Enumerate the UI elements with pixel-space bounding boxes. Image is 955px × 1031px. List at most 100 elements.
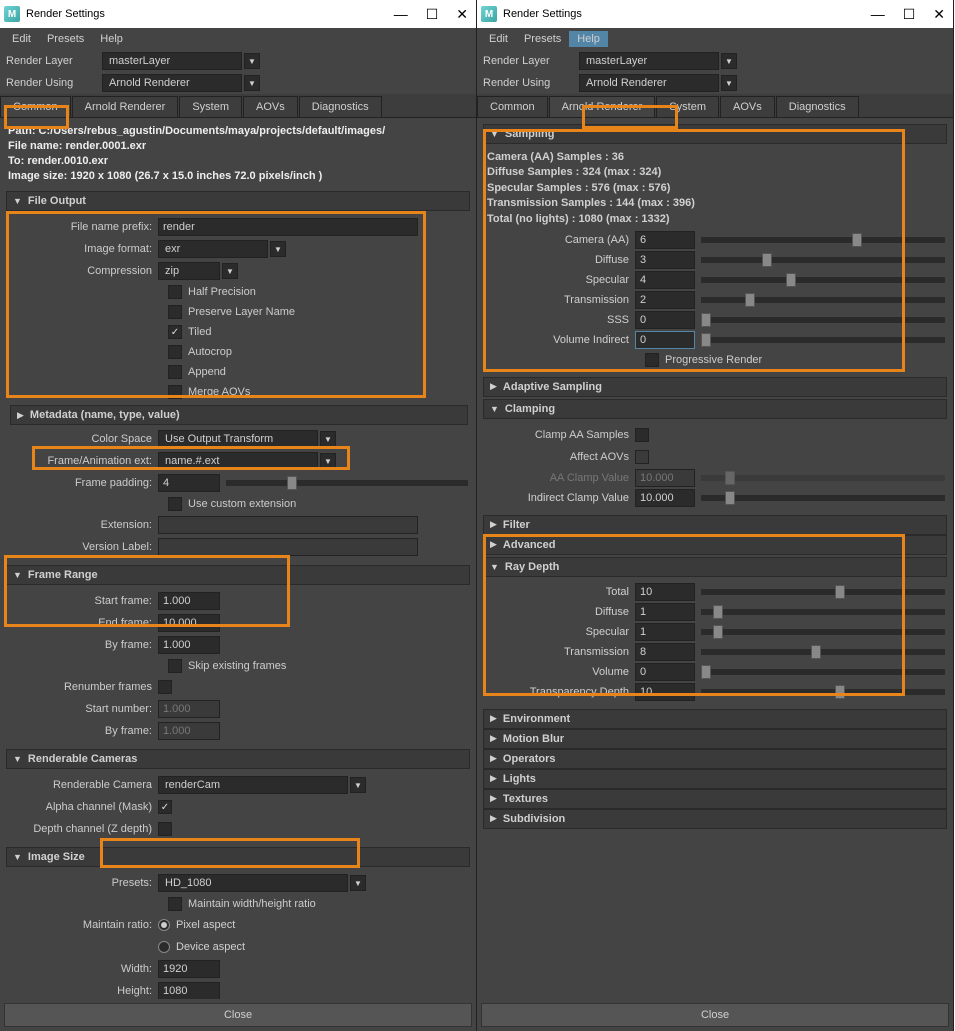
- progressive-render-checkbox[interactable]: [645, 353, 659, 367]
- menu-presets[interactable]: Presets: [516, 31, 569, 47]
- transmission-samples-slider[interactable]: [701, 297, 945, 303]
- dropdown-icon[interactable]: ▼: [320, 431, 336, 447]
- ray-total-slider[interactable]: [701, 589, 945, 595]
- skip-existing-checkbox[interactable]: [168, 659, 182, 673]
- minimize-button[interactable]: —: [394, 6, 408, 23]
- ray-volume-input[interactable]: [635, 663, 695, 681]
- section-cameras[interactable]: ▼Renderable Cameras: [6, 749, 470, 769]
- indirect-clamp-input[interactable]: [635, 489, 695, 507]
- compression-select[interactable]: zip: [158, 262, 220, 280]
- render-using-select[interactable]: Arnold Renderer: [579, 74, 719, 92]
- specular-samples-input[interactable]: [635, 271, 695, 289]
- ray-transmission-input[interactable]: [635, 643, 695, 661]
- renumber-frames-checkbox[interactable]: [158, 680, 172, 694]
- tab-arnold[interactable]: Arnold Renderer: [549, 96, 656, 117]
- merge-aovs-checkbox[interactable]: [168, 385, 182, 399]
- section-metadata[interactable]: ▶Metadata (name, type, value): [10, 405, 468, 425]
- frame-padding-slider[interactable]: [226, 480, 468, 486]
- menu-help[interactable]: Help: [92, 31, 131, 47]
- dropdown-icon[interactable]: ▼: [721, 75, 737, 91]
- dropdown-icon[interactable]: ▼: [222, 263, 238, 279]
- tab-common[interactable]: Common: [0, 96, 71, 117]
- minimize-button[interactable]: —: [871, 6, 885, 23]
- clamp-aa-checkbox[interactable]: [635, 428, 649, 442]
- section-lights[interactable]: ▶Lights: [483, 769, 947, 789]
- ray-total-input[interactable]: [635, 583, 695, 601]
- tiled-checkbox[interactable]: [168, 325, 182, 339]
- autocrop-checkbox[interactable]: [168, 345, 182, 359]
- dropdown-icon[interactable]: ▼: [350, 777, 366, 793]
- maximize-button[interactable]: ☐: [903, 6, 916, 23]
- section-ray-depth[interactable]: ▼Ray Depth: [483, 557, 947, 577]
- ray-specular-input[interactable]: [635, 623, 695, 641]
- half-precision-checkbox[interactable]: [168, 285, 182, 299]
- close-button[interactable]: ✕: [456, 6, 468, 23]
- close-dialog-button[interactable]: Close: [4, 1003, 472, 1027]
- sss-samples-slider[interactable]: [701, 317, 945, 323]
- file-prefix-input[interactable]: [158, 218, 418, 236]
- menu-help[interactable]: Help: [569, 31, 608, 47]
- ray-diffuse-slider[interactable]: [701, 609, 945, 615]
- section-motion-blur[interactable]: ▶Motion Blur: [483, 729, 947, 749]
- section-frame-range[interactable]: ▼Frame Range: [6, 565, 470, 585]
- tab-system[interactable]: System: [656, 96, 719, 117]
- tab-diagnostics[interactable]: Diagnostics: [299, 96, 382, 117]
- maximize-button[interactable]: ☐: [426, 6, 439, 23]
- ray-volume-slider[interactable]: [701, 669, 945, 675]
- menu-presets[interactable]: Presets: [39, 31, 92, 47]
- render-using-select[interactable]: Arnold Renderer: [102, 74, 242, 92]
- custom-ext-checkbox[interactable]: [168, 497, 182, 511]
- size-presets-select[interactable]: HD_1080: [158, 874, 348, 892]
- menu-edit[interactable]: Edit: [481, 31, 516, 47]
- width-input[interactable]: [158, 960, 220, 978]
- close-dialog-button[interactable]: Close: [481, 1003, 949, 1027]
- indirect-clamp-slider[interactable]: [701, 495, 945, 501]
- close-button[interactable]: ✕: [933, 6, 945, 23]
- volume-indirect-slider[interactable]: [701, 337, 945, 343]
- ray-diffuse-input[interactable]: [635, 603, 695, 621]
- section-clamping[interactable]: ▼Clamping: [483, 399, 947, 419]
- transmission-samples-input[interactable]: [635, 291, 695, 309]
- pixel-aspect-radio[interactable]: [158, 919, 170, 931]
- sss-samples-input[interactable]: [635, 311, 695, 329]
- ray-specular-slider[interactable]: [701, 629, 945, 635]
- section-filter[interactable]: ▶Filter: [483, 515, 947, 535]
- by-frame-input[interactable]: [158, 636, 220, 654]
- preserve-layer-checkbox[interactable]: [168, 305, 182, 319]
- renderable-camera-select[interactable]: renderCam: [158, 776, 348, 794]
- transparency-depth-slider[interactable]: [701, 689, 945, 695]
- frame-ext-select[interactable]: name.#.ext: [158, 452, 318, 470]
- volume-indirect-input[interactable]: [635, 331, 695, 349]
- menu-edit[interactable]: Edit: [4, 31, 39, 47]
- section-image-size[interactable]: ▼Image Size: [6, 847, 470, 867]
- start-frame-input[interactable]: [158, 592, 220, 610]
- section-environment[interactable]: ▶Environment: [483, 709, 947, 729]
- diffuse-samples-input[interactable]: [635, 251, 695, 269]
- append-checkbox[interactable]: [168, 365, 182, 379]
- dropdown-icon[interactable]: ▼: [244, 53, 260, 69]
- ray-transmission-slider[interactable]: [701, 649, 945, 655]
- camera-aa-input[interactable]: [635, 231, 695, 249]
- tab-aovs[interactable]: AOVs: [720, 96, 775, 117]
- render-layer-select[interactable]: masterLayer: [102, 52, 242, 70]
- dropdown-icon[interactable]: ▼: [721, 53, 737, 69]
- maintain-ratio-checkbox[interactable]: [168, 897, 182, 911]
- diffuse-samples-slider[interactable]: [701, 257, 945, 263]
- tab-system[interactable]: System: [179, 96, 242, 117]
- tab-arnold[interactable]: Arnold Renderer: [72, 96, 179, 117]
- dropdown-icon[interactable]: ▼: [244, 75, 260, 91]
- section-operators[interactable]: ▶Operators: [483, 749, 947, 769]
- specular-samples-slider[interactable]: [701, 277, 945, 283]
- transparency-depth-input[interactable]: [635, 683, 695, 701]
- tab-aovs[interactable]: AOVs: [243, 96, 298, 117]
- section-subdivision[interactable]: ▶Subdivision: [483, 809, 947, 829]
- camera-aa-slider[interactable]: [701, 237, 945, 243]
- section-file-output[interactable]: ▼File Output: [6, 191, 470, 211]
- alpha-channel-checkbox[interactable]: [158, 800, 172, 814]
- colorspace-select[interactable]: Use Output Transform: [158, 430, 318, 448]
- end-frame-input[interactable]: [158, 614, 220, 632]
- section-textures[interactable]: ▶Textures: [483, 789, 947, 809]
- height-input[interactable]: [158, 982, 220, 999]
- section-sampling[interactable]: ▼Sampling: [483, 124, 947, 144]
- frame-padding-input[interactable]: [158, 474, 220, 492]
